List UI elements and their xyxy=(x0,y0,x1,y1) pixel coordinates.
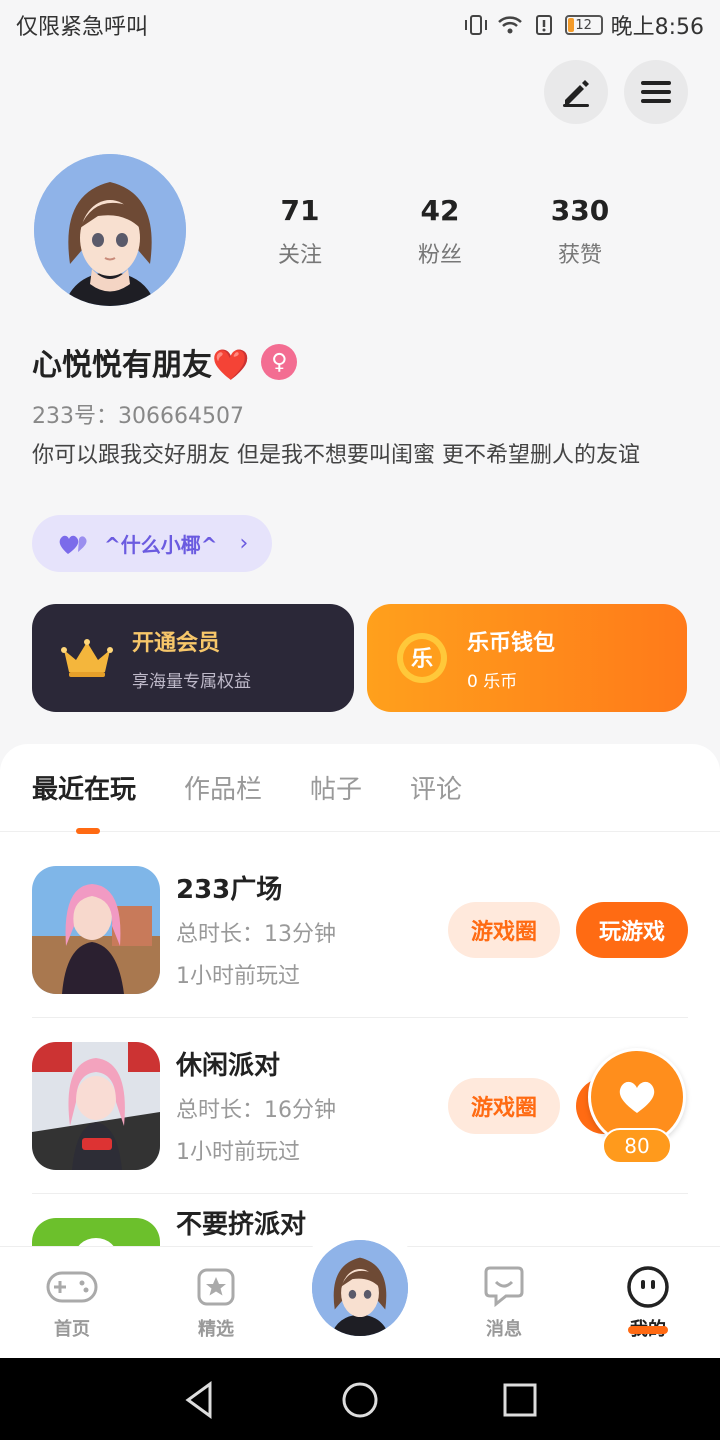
relationship-chip[interactable]: ^什么小椰^ › xyxy=(32,515,272,572)
status-bar: 仅限紧急呼叫 12 晚上8:56 xyxy=(0,0,720,50)
fans-count: 42 xyxy=(420,194,460,227)
nav-home[interactable]: 首页 xyxy=(22,1265,122,1341)
profile-stats: 71 关注 42 粉丝 330 获赞 xyxy=(230,194,650,269)
carrier-text: 仅限紧急呼叫 xyxy=(16,15,149,40)
game-thumbnail[interactable] xyxy=(32,865,160,994)
nickname-row: 心悦悦有朋友❤️ ♀ xyxy=(32,340,298,384)
avatar-illustration xyxy=(34,154,186,306)
following-label: 关注 xyxy=(277,243,322,268)
fans-label: 粉丝 xyxy=(417,243,462,268)
nav-messages-label: 消息 xyxy=(486,1319,522,1340)
game-circle-button[interactable]: 游戏圈 xyxy=(448,901,560,958)
nav-messages[interactable]: 消息 xyxy=(454,1265,554,1341)
game-last-played: 1小时前玩过 xyxy=(176,964,300,989)
coin-title: 乐币钱包 xyxy=(467,630,556,656)
stat-following[interactable]: 71 关注 xyxy=(230,194,370,269)
vip-title: 开通会员 xyxy=(132,630,221,656)
like-count-badge: 80 xyxy=(602,1128,672,1164)
game-duration: 总时长：13分钟 xyxy=(176,922,336,947)
coin-wallet-card[interactable]: 乐 乐币钱包 0 乐币 xyxy=(367,604,687,712)
nav-featured[interactable]: 精选 xyxy=(166,1265,266,1341)
coin-balance: 0 乐币 xyxy=(467,671,518,692)
chat-bubble-icon xyxy=(454,1265,554,1309)
nav-home-label: 首页 xyxy=(54,1319,90,1340)
game-name: 不要挤派对 xyxy=(176,1210,307,1240)
tab-posts[interactable]: 帖子 xyxy=(310,769,362,806)
chevron-right-icon: › xyxy=(239,531,249,556)
center-avatar-button[interactable] xyxy=(312,1240,408,1336)
gamepad-icon xyxy=(22,1265,122,1309)
content-panel: 最近在玩 作品栏 帖子 评论 233广场 总时长：13分钟 1小时前玩过 游戏圈… xyxy=(0,744,720,1264)
recents-icon[interactable] xyxy=(500,1380,540,1420)
system-navigation-bar xyxy=(0,1358,720,1440)
back-icon[interactable] xyxy=(180,1380,220,1420)
smiley-icon xyxy=(598,1265,698,1309)
play-game-button[interactable]: 玩游戏 xyxy=(576,901,688,958)
clock: 晚上8:56 xyxy=(610,15,704,40)
game-duration: 总时长：16分钟 xyxy=(176,1098,336,1123)
stat-likes[interactable]: 330 获赞 xyxy=(510,194,650,269)
profile-avatar[interactable] xyxy=(34,154,186,306)
tab-works[interactable]: 作品栏 xyxy=(184,769,262,806)
vibrate-icon xyxy=(464,15,487,35)
double-heart-icon xyxy=(59,535,87,554)
stat-fans[interactable]: 42 粉丝 xyxy=(370,194,510,269)
game-name: 休闲派对 xyxy=(176,1051,281,1081)
game-row[interactable]: 233广场 总时长：13分钟 1小时前玩过 游戏圈 玩游戏 xyxy=(32,842,688,1018)
battery-icon: 12 xyxy=(564,15,603,35)
game-thumbnail[interactable] xyxy=(32,1041,160,1170)
crown-icon xyxy=(60,631,114,685)
home-circle-icon[interactable] xyxy=(340,1380,380,1420)
sim-alert-icon xyxy=(535,15,552,35)
nav-featured-label: 精选 xyxy=(198,1319,234,1340)
likes-label: 获赞 xyxy=(557,243,602,268)
tab-comments[interactable]: 评论 xyxy=(410,769,462,806)
active-nav-indicator xyxy=(628,1326,668,1334)
game-last-played: 1小时前玩过 xyxy=(176,1140,300,1165)
svg-text:乐: 乐 xyxy=(411,647,433,672)
vip-card[interactable]: 开通会员 享海量专属权益 xyxy=(32,604,354,712)
tab-recent[interactable]: 最近在玩 xyxy=(32,769,136,834)
star-card-icon xyxy=(166,1265,266,1309)
vip-subtitle: 享海量专属权益 xyxy=(132,671,251,692)
likes-count: 330 xyxy=(550,194,610,227)
pencil-icon xyxy=(563,80,589,107)
nickname: 心悦悦有朋友❤️ xyxy=(32,348,250,383)
edit-profile-button[interactable] xyxy=(544,60,608,124)
heart-icon xyxy=(619,1081,655,1113)
wifi-icon xyxy=(497,16,522,34)
game-name: 233广场 xyxy=(176,875,283,905)
game-circle-button[interactable]: 游戏圈 xyxy=(448,1077,560,1134)
hamburger-icon xyxy=(641,81,671,103)
avatar-illustration xyxy=(312,1240,408,1336)
profile-tabs: 最近在玩 作品栏 帖子 评论 xyxy=(0,744,720,834)
following-count: 71 xyxy=(280,194,320,227)
female-icon: ♀ xyxy=(261,344,298,380)
chip-label: ^什么小椰^ xyxy=(104,533,218,557)
bio-text: 你可以跟我交好朋友 但是我不想要叫闺蜜 更不希望删人的友谊 xyxy=(32,443,640,468)
coin-icon: 乐 xyxy=(395,631,449,685)
menu-button[interactable] xyxy=(624,60,688,124)
user-id: 233号：306664507 xyxy=(32,404,244,429)
